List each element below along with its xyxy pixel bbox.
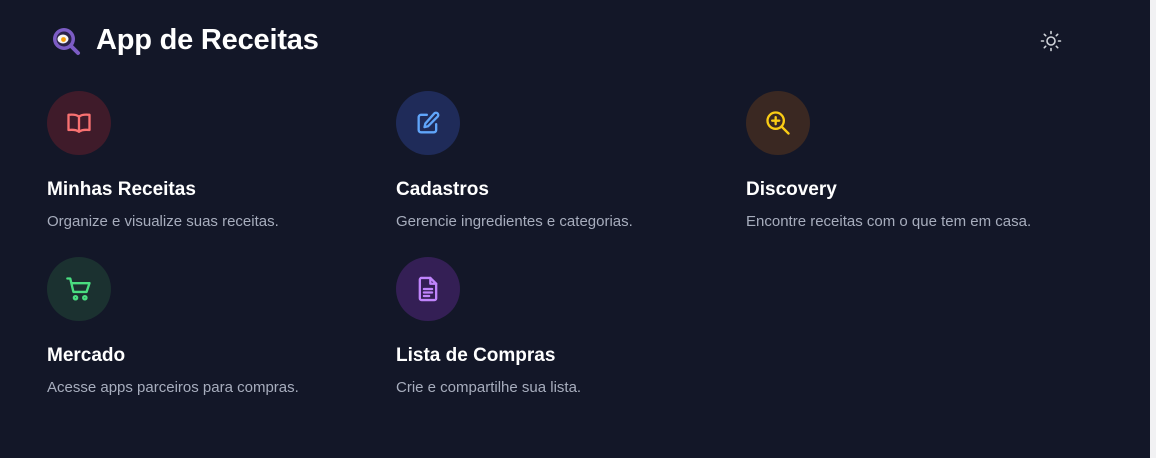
card-minhas-receitas[interactable]: Minhas Receitas Organize e visualize sua… (47, 91, 377, 241)
card-description: Acesse apps parceiros para compras. (47, 379, 299, 396)
card-icon-circle (47, 91, 111, 155)
card-description: Organize e visualize suas receitas. (47, 213, 279, 230)
card-title: Lista de Compras (396, 345, 556, 366)
sun-icon (1036, 30, 1066, 59)
magnifier-egg-icon (50, 24, 84, 58)
page-title: App de Receitas (96, 24, 319, 56)
card-description: Encontre receitas com o que tem em casa. (746, 213, 1032, 230)
card-title: Cadastros (396, 179, 489, 200)
card-description: Gerencie ingredientes e categorias. (396, 213, 633, 230)
card-icon-circle (396, 91, 460, 155)
card-title: Mercado (47, 345, 126, 366)
card-icon-circle (396, 257, 460, 321)
card-lista-de-compras[interactable]: Lista de Compras Crie e compartilhe sua … (396, 257, 726, 407)
card-title: Discovery (746, 179, 837, 200)
header: App de Receitas (50, 20, 1070, 60)
theme-toggle-button[interactable] (1036, 26, 1066, 56)
card-discovery[interactable]: Discovery Encontre receitas com o que te… (746, 91, 1076, 241)
card-title: Minhas Receitas (47, 179, 196, 200)
card-mercado[interactable]: Mercado Acesse apps parceiros para compr… (47, 257, 377, 407)
card-description: Crie e compartilhe sua lista. (396, 379, 582, 396)
card-icon-circle (47, 257, 111, 321)
card-cadastros[interactable]: Cadastros Gerencie ingredientes e catego… (396, 91, 726, 241)
window-edge (1150, 0, 1156, 458)
app-window: App de Receitas Minhas Receitas Organize… (0, 0, 1150, 458)
card-icon-circle (746, 91, 810, 155)
